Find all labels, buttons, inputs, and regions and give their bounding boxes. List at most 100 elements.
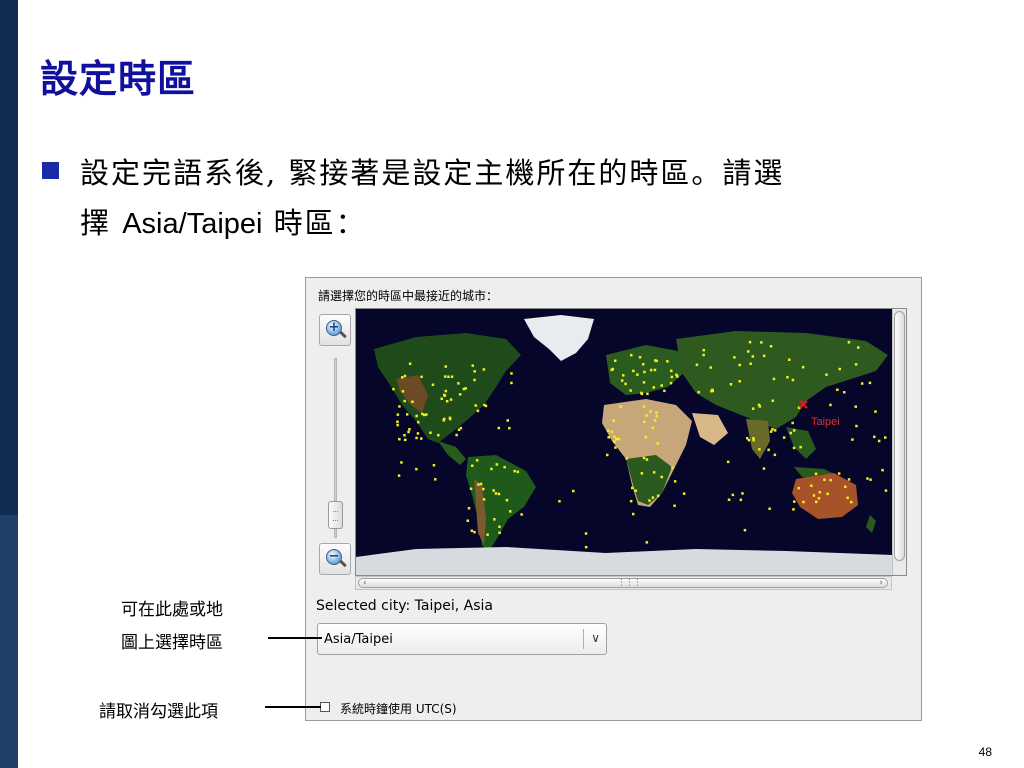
city-dot[interactable]: [392, 387, 395, 391]
city-dot[interactable]: [508, 426, 511, 430]
city-dot[interactable]: [416, 432, 420, 435]
city-dot[interactable]: [758, 448, 761, 451]
city-dot[interactable]: [653, 368, 657, 372]
city-dot[interactable]: [486, 533, 489, 536]
city-dot[interactable]: [673, 480, 677, 483]
city-dot[interactable]: [482, 498, 486, 501]
city-dot[interactable]: [695, 363, 699, 367]
city-dot[interactable]: [421, 412, 424, 416]
city-dot[interactable]: [493, 518, 496, 521]
city-dot[interactable]: [632, 369, 635, 373]
city-dot[interactable]: [642, 405, 646, 408]
city-dot[interactable]: [855, 424, 858, 428]
city-dot[interactable]: [666, 360, 669, 363]
city-dot[interactable]: [645, 541, 649, 544]
city-dot[interactable]: [854, 363, 858, 366]
city-dot[interactable]: [403, 399, 406, 403]
city-dot[interactable]: [610, 368, 614, 372]
city-dot[interactable]: [415, 436, 418, 440]
city-dot[interactable]: [398, 405, 401, 408]
city-dot[interactable]: [651, 426, 655, 430]
city-dot[interactable]: [850, 500, 853, 504]
zoom-in-button[interactable]: +: [319, 314, 351, 346]
city-dot[interactable]: [584, 532, 588, 535]
city-dot[interactable]: [417, 420, 420, 424]
city-dot[interactable]: [614, 359, 617, 363]
city-dot[interactable]: [442, 419, 446, 422]
city-dot[interactable]: [503, 465, 506, 469]
city-dot[interactable]: [644, 435, 648, 439]
city-dot[interactable]: [641, 363, 645, 366]
city-dot[interactable]: [396, 413, 400, 416]
utc-checkbox[interactable]: [320, 702, 330, 712]
city-dot[interactable]: [640, 472, 644, 475]
city-dot[interactable]: [406, 413, 409, 416]
city-dot[interactable]: [673, 504, 676, 508]
city-dot[interactable]: [869, 478, 872, 481]
city-dot[interactable]: [572, 489, 575, 493]
city-dot[interactable]: [791, 421, 794, 425]
world-map[interactable]: Taipei: [356, 309, 893, 575]
city-dot[interactable]: [638, 356, 642, 359]
city-dot[interactable]: [455, 433, 458, 437]
city-dot[interactable]: [513, 469, 516, 473]
city-dot[interactable]: [838, 367, 842, 371]
city-dot[interactable]: [874, 410, 877, 413]
city-dot[interactable]: [437, 433, 440, 437]
city-dot[interactable]: [470, 529, 474, 533]
city-dot[interactable]: [482, 368, 486, 371]
city-dot[interactable]: [762, 354, 766, 358]
city-dot[interactable]: [483, 403, 486, 407]
city-dot[interactable]: [762, 467, 766, 470]
city-dot[interactable]: [793, 500, 796, 503]
city-dot[interactable]: [847, 341, 851, 344]
city-dot[interactable]: [769, 430, 773, 433]
city-dot[interactable]: [429, 431, 432, 435]
city-dot[interactable]: [466, 519, 470, 523]
city-dot[interactable]: [847, 478, 851, 481]
city-dot[interactable]: [400, 461, 403, 464]
city-dot[interactable]: [751, 355, 755, 358]
city-dot[interactable]: [792, 446, 796, 450]
city-dot[interactable]: [444, 389, 448, 393]
city-dot[interactable]: [471, 464, 474, 468]
city-dot[interactable]: [640, 392, 644, 396]
city-dot[interactable]: [642, 456, 646, 460]
city-dot[interactable]: [490, 467, 493, 471]
map-vertical-scrollbar[interactable]: [892, 309, 906, 575]
city-dot[interactable]: [471, 364, 475, 367]
city-dot[interactable]: [415, 467, 418, 471]
city-dot[interactable]: [625, 457, 628, 460]
city-dot[interactable]: [786, 375, 789, 379]
city-dot[interactable]: [810, 484, 813, 488]
city-dot[interactable]: [497, 492, 501, 496]
city-dot[interactable]: [404, 438, 407, 442]
city-dot[interactable]: [741, 492, 744, 495]
city-dot[interactable]: [476, 409, 480, 413]
city-dot[interactable]: [495, 463, 499, 466]
city-dot[interactable]: [836, 388, 839, 392]
city-dot[interactable]: [624, 382, 627, 386]
city-dot[interactable]: [510, 381, 513, 385]
city-dot[interactable]: [612, 419, 616, 422]
city-dot[interactable]: [607, 436, 611, 439]
city-dot[interactable]: [860, 382, 864, 385]
city-dot[interactable]: [443, 393, 446, 397]
city-dot[interactable]: [630, 353, 633, 357]
city-dot[interactable]: [584, 545, 588, 549]
city-dot[interactable]: [799, 445, 802, 449]
city-dot[interactable]: [473, 370, 476, 373]
city-dot[interactable]: [733, 356, 736, 359]
city-dot[interactable]: [825, 373, 828, 376]
city-dot[interactable]: [656, 494, 660, 498]
city-dot[interactable]: [411, 400, 414, 404]
city-dot[interactable]: [431, 383, 435, 387]
city-dot[interactable]: [747, 438, 751, 442]
city-dot[interactable]: [884, 489, 888, 492]
city-dot[interactable]: [652, 386, 656, 389]
city-dot[interactable]: [615, 437, 618, 441]
city-dot[interactable]: [408, 362, 412, 366]
city-dot[interactable]: [660, 475, 664, 479]
city-dot[interactable]: [397, 474, 401, 477]
city-dot[interactable]: [425, 413, 428, 416]
